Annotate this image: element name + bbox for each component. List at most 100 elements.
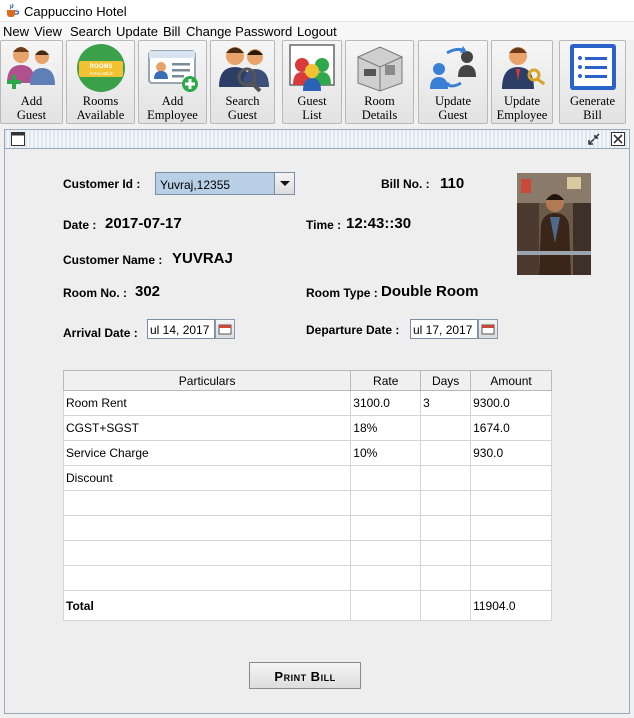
table-cell[interactable]: 1674.0 (470, 415, 552, 441)
table-row[interactable] (62, 565, 552, 591)
table-cell[interactable]: 3100.0 (350, 390, 422, 416)
customer-name-value: YUVRAJ (172, 250, 233, 267)
table-cell[interactable] (350, 515, 422, 541)
table-cell[interactable] (470, 465, 552, 491)
guest-list-label-1: Guest (297, 94, 327, 108)
close-icon[interactable] (611, 132, 625, 146)
table-cell[interactable] (420, 540, 472, 566)
table-cell[interactable]: 930.0 (470, 440, 552, 466)
guest-list-label-2: List (302, 108, 322, 122)
header-particulars[interactable]: Particulars (62, 370, 352, 391)
svg-text:AVAILABLE: AVAILABLE (89, 71, 113, 76)
table-cell[interactable] (470, 565, 552, 591)
table-row[interactable] (62, 515, 552, 541)
table-cell[interactable] (350, 565, 422, 591)
table-row[interactable] (62, 490, 552, 516)
table-cell[interactable] (470, 490, 552, 516)
table-cell[interactable]: CGST+SGST (62, 415, 352, 441)
table-row[interactable]: Discount (62, 465, 552, 491)
menu-logout[interactable]: Logout (297, 24, 337, 39)
table-cell[interactable] (420, 590, 472, 621)
table-cell[interactable] (62, 515, 352, 541)
menu-search[interactable]: Search (70, 24, 111, 39)
rooms-available-button[interactable]: ROOMS AVAILABLE Rooms Available (66, 40, 135, 124)
departure-calendar-button[interactable] (478, 319, 498, 339)
room-type-value: Double Room (381, 283, 479, 300)
room-details-label-1: Room (364, 94, 395, 108)
arrival-calendar-button[interactable] (215, 319, 235, 339)
search-guest-label-2: Guest (227, 108, 258, 122)
guest-photo (517, 173, 591, 275)
table-cell[interactable] (350, 540, 422, 566)
guest-list-button[interactable]: Guest List (282, 40, 342, 124)
table-cell[interactable] (62, 540, 352, 566)
menu-change-password[interactable]: Change Password (186, 24, 292, 39)
menu-new[interactable]: New (3, 24, 29, 39)
table-cell[interactable]: Total (62, 590, 352, 621)
header-amount[interactable]: Amount (470, 370, 552, 391)
table-row[interactable]: Room Rent 3100.0 3 9300.0 (62, 390, 552, 416)
table-cell[interactable] (350, 590, 422, 621)
table-cell[interactable]: 3 (420, 390, 472, 416)
table-cell[interactable] (62, 490, 352, 516)
java-cup-icon (7, 3, 20, 17)
header-days[interactable]: Days (420, 370, 472, 391)
table-cell[interactable] (420, 565, 472, 591)
table-cell[interactable]: Service Charge (62, 440, 352, 466)
table-cell[interactable]: Discount (62, 465, 352, 491)
table-row[interactable]: CGST+SGST 18% 1674.0 (62, 415, 552, 441)
table-cell[interactable] (420, 465, 472, 491)
header-rate[interactable]: Rate (350, 370, 422, 391)
table-cell[interactable]: Room Rent (62, 390, 352, 416)
table-cell[interactable]: 10% (350, 440, 422, 466)
print-bill-button[interactable]: Print Bill (249, 662, 361, 689)
update-employee-button[interactable]: Update Employee (491, 40, 553, 124)
internal-frame-titlebar[interactable] (4, 129, 630, 149)
table-cell[interactable]: 18% (350, 415, 422, 441)
arrival-date-field[interactable]: ul 14, 2017 (147, 319, 215, 339)
table-row[interactable] (62, 540, 552, 566)
generate-bill-label-2: Bill (583, 108, 602, 122)
chevron-down-icon[interactable] (274, 173, 294, 194)
add-employee-button[interactable]: Add Employee (138, 40, 207, 124)
calendar-icon (218, 324, 232, 335)
table-cell[interactable] (62, 565, 352, 591)
add-guest-label-1: Add (20, 94, 43, 108)
table-cell[interactable] (420, 440, 472, 466)
time-value: 12:43::30 (346, 215, 412, 232)
date-label: Date : (63, 218, 97, 232)
add-guest-button[interactable]: Add Guest (0, 40, 63, 124)
table-cell[interactable] (350, 465, 422, 491)
menu-bill[interactable]: Bill (163, 24, 180, 39)
window-titlebar: Cappuccino Hotel (0, 0, 634, 22)
table-cell[interactable] (420, 415, 472, 441)
departure-date-field[interactable]: ul 17, 2017 (410, 319, 478, 339)
table-row[interactable]: Total 11904.0 (62, 590, 552, 621)
table-cell[interactable] (350, 490, 422, 516)
table-cell[interactable] (470, 515, 552, 541)
table-row[interactable]: Service Charge 10% 930.0 (62, 440, 552, 466)
bill-table[interactable]: Particulars Rate Days Amount Room Rent 31… (62, 370, 552, 621)
restore-icon[interactable] (587, 132, 601, 146)
bill-no-value: 110 (440, 175, 465, 192)
table-cell[interactable] (470, 540, 552, 566)
menu-update[interactable]: Update (116, 24, 158, 39)
room-details-button[interactable]: Room Details (345, 40, 414, 124)
generate-bill-icon (569, 44, 616, 90)
guest-list-icon (289, 44, 335, 91)
search-guest-button[interactable]: Search Guest (210, 40, 275, 124)
add-guest-label-2: Guest (16, 108, 47, 122)
customer-name-label: Customer Name : (63, 253, 163, 267)
rooms-badge-text: ROOMS (89, 64, 112, 70)
table-cell[interactable]: 9300.0 (470, 390, 552, 416)
table-cell[interactable] (420, 515, 472, 541)
menu-view[interactable]: View (34, 24, 62, 39)
table-cell[interactable] (420, 490, 472, 516)
rooms-available-label-1: Rooms (82, 94, 119, 108)
customer-id-combobox[interactable]: Yuvraj,12355 (155, 172, 295, 195)
update-guest-button[interactable]: Update Guest (418, 40, 488, 124)
generate-bill-button[interactable]: Generate Bill (559, 40, 626, 124)
time-label: Time : (306, 218, 342, 232)
customer-id-label: Customer Id : (63, 177, 141, 191)
table-cell[interactable]: 11904.0 (470, 590, 552, 621)
